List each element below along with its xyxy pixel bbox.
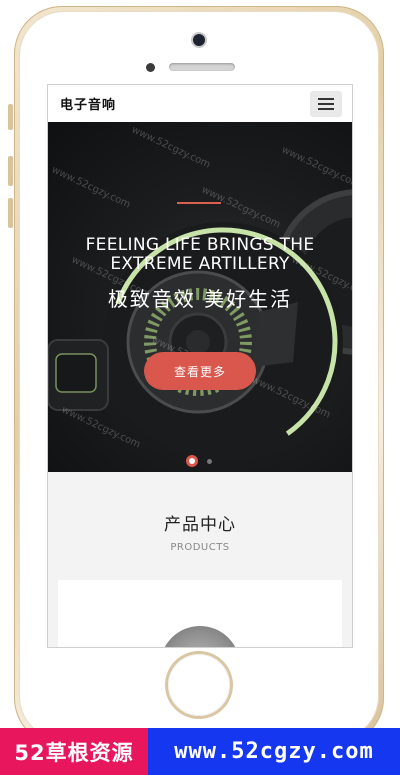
phone-camera	[193, 34, 205, 46]
phone-sensor	[146, 63, 155, 72]
products-subtitle: PRODUCTS	[170, 542, 230, 553]
site-header: 电子音响	[48, 85, 352, 122]
carousel-dot-1[interactable]	[188, 458, 195, 464]
product-image	[160, 626, 240, 647]
hero-accent-line	[177, 202, 221, 204]
product-card[interactable]	[58, 580, 342, 647]
hero-subtitle: 极致音效 美好生活	[107, 287, 293, 311]
phone-home-button[interactable]	[168, 654, 230, 716]
phone-screen: 电子音响 www.52cgzy.com www.52cgzy.com www.5…	[47, 84, 353, 648]
site-logo[interactable]: 电子音响	[60, 94, 116, 113]
banner-brand: 52草根资源	[0, 728, 148, 775]
phone-side-button	[8, 104, 13, 130]
hero-title-line2: EXTREME ARTILLERY	[110, 254, 290, 274]
watermark-banner: 52草根资源 www.52cgzy.com	[0, 728, 400, 775]
hero-banner: www.52cgzy.com www.52cgzy.com www.52cgzy…	[48, 122, 352, 472]
carousel-dot-2[interactable]	[206, 458, 212, 464]
hero-title-line1: FEELING LIFE BRINGS THE	[85, 235, 315, 255]
banner-url: www.52cgzy.com	[148, 728, 400, 775]
hamburger-menu-icon[interactable]	[310, 90, 342, 117]
products-title: 产品中心	[164, 515, 236, 535]
phone-volume-down	[8, 198, 13, 228]
view-more-button[interactable]: 查看更多	[144, 352, 256, 390]
hero-title: FEELING LIFE BRINGS THE EXTREME ARTILLER…	[48, 236, 352, 274]
products-section: 产品中心 PRODUCTS	[48, 472, 352, 553]
phone-volume-up	[8, 156, 13, 186]
phone-speaker	[169, 63, 235, 71]
carousel-dots	[48, 458, 352, 464]
